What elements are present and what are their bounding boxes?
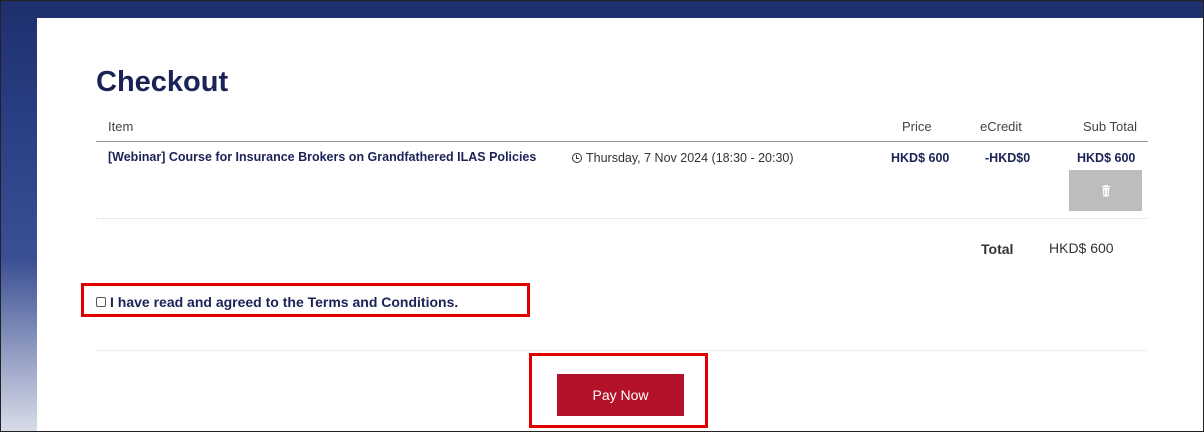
- page-title: Checkout: [96, 66, 229, 98]
- column-header-subtotal: Sub Total: [1083, 119, 1137, 134]
- column-header-price: Price: [902, 119, 932, 134]
- total-label: Total: [981, 241, 1014, 257]
- row-ecredit: -HKD$0: [985, 151, 1031, 165]
- trash-icon: [1101, 184, 1110, 196]
- cart-table-header: Item Price eCredit Sub Total: [96, 116, 1148, 142]
- remove-item-button[interactable]: [1069, 170, 1142, 211]
- pay-now-button[interactable]: Pay Now: [557, 374, 684, 416]
- column-header-ecredit: eCredit: [980, 119, 1022, 134]
- column-header-item: Item: [108, 119, 134, 134]
- terms-label: I have read and agreed to the Terms and …: [110, 294, 459, 310]
- row-price: HKD$ 600: [891, 151, 950, 165]
- course-datetime-text: Thursday, 7 Nov 2024 (18:30 - 20:30): [586, 151, 794, 165]
- terms-checkbox[interactable]: [96, 297, 106, 307]
- terms-agreement[interactable]: I have read and agreed to the Terms and …: [96, 294, 458, 310]
- clock-icon: [572, 153, 582, 163]
- row-subtotal: HKD$ 600: [1077, 151, 1136, 165]
- table-row: [Webinar] Course for Insurance Brokers o…: [96, 142, 1148, 219]
- course-datetime: Thursday, 7 Nov 2024 (18:30 - 20:30): [572, 151, 794, 165]
- course-title-link[interactable]: [Webinar] Course for Insurance Brokers o…: [108, 151, 548, 164]
- total-value: HKD$ 600: [1049, 240, 1114, 256]
- section-divider: [96, 350, 1148, 351]
